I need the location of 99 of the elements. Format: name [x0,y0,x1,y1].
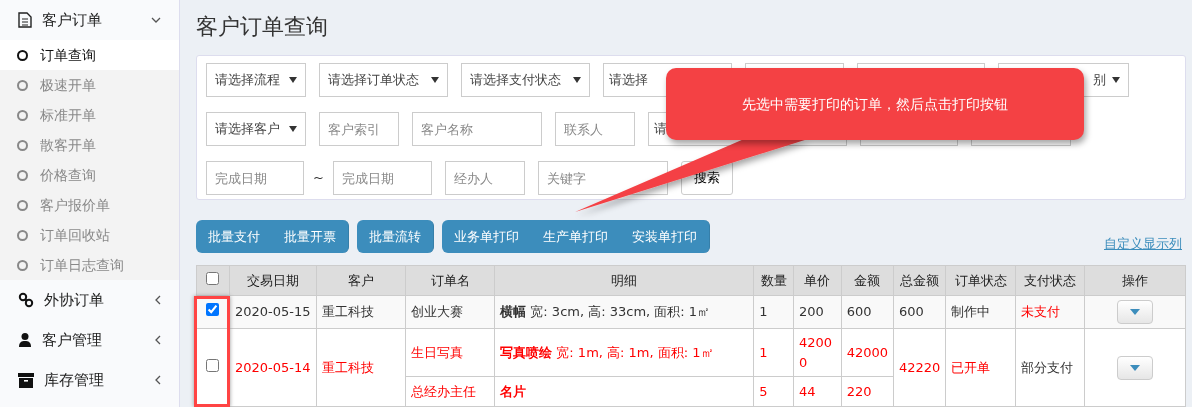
checkbox[interactable] [206,271,220,285]
sidebar-item[interactable]: 客户报价单 [0,190,179,220]
archive-icon [18,372,34,388]
table-cell: 2020-05-14 [229,328,317,407]
sidebar-item-label: 极速开单 [40,75,96,95]
action-button[interactable]: 批量开票 [272,220,349,253]
column-header: 明细 [494,265,754,296]
circle-icon [17,79,28,91]
table-cell: 生日写真 [405,328,495,377]
table-cell: 部分支付 [1015,328,1085,407]
table-cell: 1 [753,328,794,377]
sidebar-item-label: 订单回收站 [40,225,110,245]
column-header: 订单名 [405,265,495,296]
table-cell: 5 [753,376,794,407]
sidebar-item[interactable]: 订单回收站 [0,220,179,250]
input-field[interactable]: 关键字 [537,161,668,195]
dropdown-button[interactable] [1117,300,1154,324]
column-header: 支付状态 [1015,265,1085,296]
table-cell: 已开单 [945,328,1016,407]
sidebar-group-label[interactable]: 外协订单 [44,288,145,312]
sidebar-item-label: 客户报价单 [40,195,110,215]
input-field[interactable]: 完成日期 [206,161,304,195]
table-cell: 42000 [841,328,894,377]
circle-icon [17,49,28,61]
dropdown[interactable]: 请选择订单状态 [319,63,448,97]
table-cell: 重工科技 [316,295,406,329]
table-cell: 44 [793,376,842,407]
link-icon [18,292,34,308]
sidebar-group-label[interactable]: 客户管理 [42,328,145,352]
dropdown[interactable]: 请选择支付状态 [461,63,590,97]
table-cell: 横幅 宽: 3cm, 高: 33cm, 面积: 1㎡ [494,295,754,329]
action-button[interactable]: 安装单打印 [620,220,710,253]
input-field[interactable]: 客户名称 [412,112,542,146]
circle-icon [17,169,28,181]
column-header: 单价 [793,265,842,296]
table-cell: 未支付 [1015,295,1085,329]
range-separator: ~ [313,169,324,188]
table-cell: 600 [893,295,946,329]
column-header: 操作 [1085,265,1186,296]
column-header: 客户 [316,265,406,296]
table-cell: 写真喷绘 宽: 1m, 高: 1m, 面积: 1㎡ [494,328,754,377]
column-header: 总金额 [893,265,946,296]
document-icon [18,12,32,28]
caret-down-icon [1130,309,1141,315]
circle-icon [17,109,28,121]
page-title: 客户订单查询 [196,13,329,41]
sidebar-group-label[interactable]: 库存管理 [44,368,145,392]
action-button[interactable]: 批量流转 [357,220,434,253]
custom-columns-link[interactable]: 自定义显示列 [1104,233,1182,253]
column-header: 数量 [753,265,794,296]
action-button[interactable]: 业务单打印 [442,220,532,253]
table-cell: 600 [841,295,894,329]
table-cell: 42220 [893,328,946,407]
action-button[interactable]: 批量支付 [196,220,273,253]
user-icon [18,332,32,348]
sidebar-item-label: 订单日志查询 [40,255,124,275]
caret-down-icon [1130,364,1141,371]
sidebar-item[interactable]: 订单日志查询 [0,250,179,280]
sidebar-item[interactable]: 标准开单 [0,100,179,130]
table-cell: 总经办主任 [405,376,495,407]
caret-down-icon [573,77,581,83]
column-header: 订单状态 [945,265,1016,296]
sidebar-item-label: 标准开单 [40,105,96,125]
sidebar-item-label: 订单查询 [40,45,96,65]
caret-down-icon [289,77,297,83]
table-cell: 42000 [793,328,842,377]
sidebar-group-label[interactable]: 客户订单 [42,8,141,32]
input-field[interactable]: 联系人 [555,112,635,146]
circle-icon [17,199,28,211]
circle-icon [17,139,28,151]
table-cell: 创业大赛 [405,295,495,329]
sidebar-item[interactable]: 价格查询 [0,160,179,190]
sidebar-item[interactable]: 极速开单 [0,70,179,100]
column-header: 金额 [841,265,894,296]
dropdown[interactable]: 请选择流程 [206,63,306,97]
input-field[interactable]: 客户索引 [319,112,399,146]
table-cell: 名片 [494,376,754,407]
action-button[interactable]: 生产单打印 [531,220,621,253]
table-cell: 重工科技 [316,328,406,407]
sidebar-item[interactable]: 散客开单 [0,130,179,160]
sidebar-item[interactable]: 订单查询 [0,40,179,70]
caret-down-icon [431,77,439,83]
column-header: 交易日期 [229,265,317,296]
circle-icon [17,259,28,271]
dropdown[interactable]: 请选择客户 [206,112,306,146]
input-field[interactable]: 完成日期 [332,161,432,195]
checkbox[interactable] [206,303,220,317]
table-cell: 制作中 [945,295,1016,329]
table-cell: 2020-05-15 [229,295,317,329]
hint-tooltip: 先选中需要打印的订单，然后点击打印按钮 [666,68,1084,140]
circle-icon [17,229,28,241]
caret-down-icon [289,126,297,132]
sidebar-item-label: 散客开单 [40,135,96,155]
caret-down-icon [1112,77,1120,83]
table-cell: 200 [793,295,842,329]
checkbox[interactable] [206,358,220,372]
dropdown-button[interactable] [1117,355,1154,380]
input-field[interactable]: 经办人 [444,161,525,195]
sidebar-item-label: 价格查询 [40,165,96,185]
